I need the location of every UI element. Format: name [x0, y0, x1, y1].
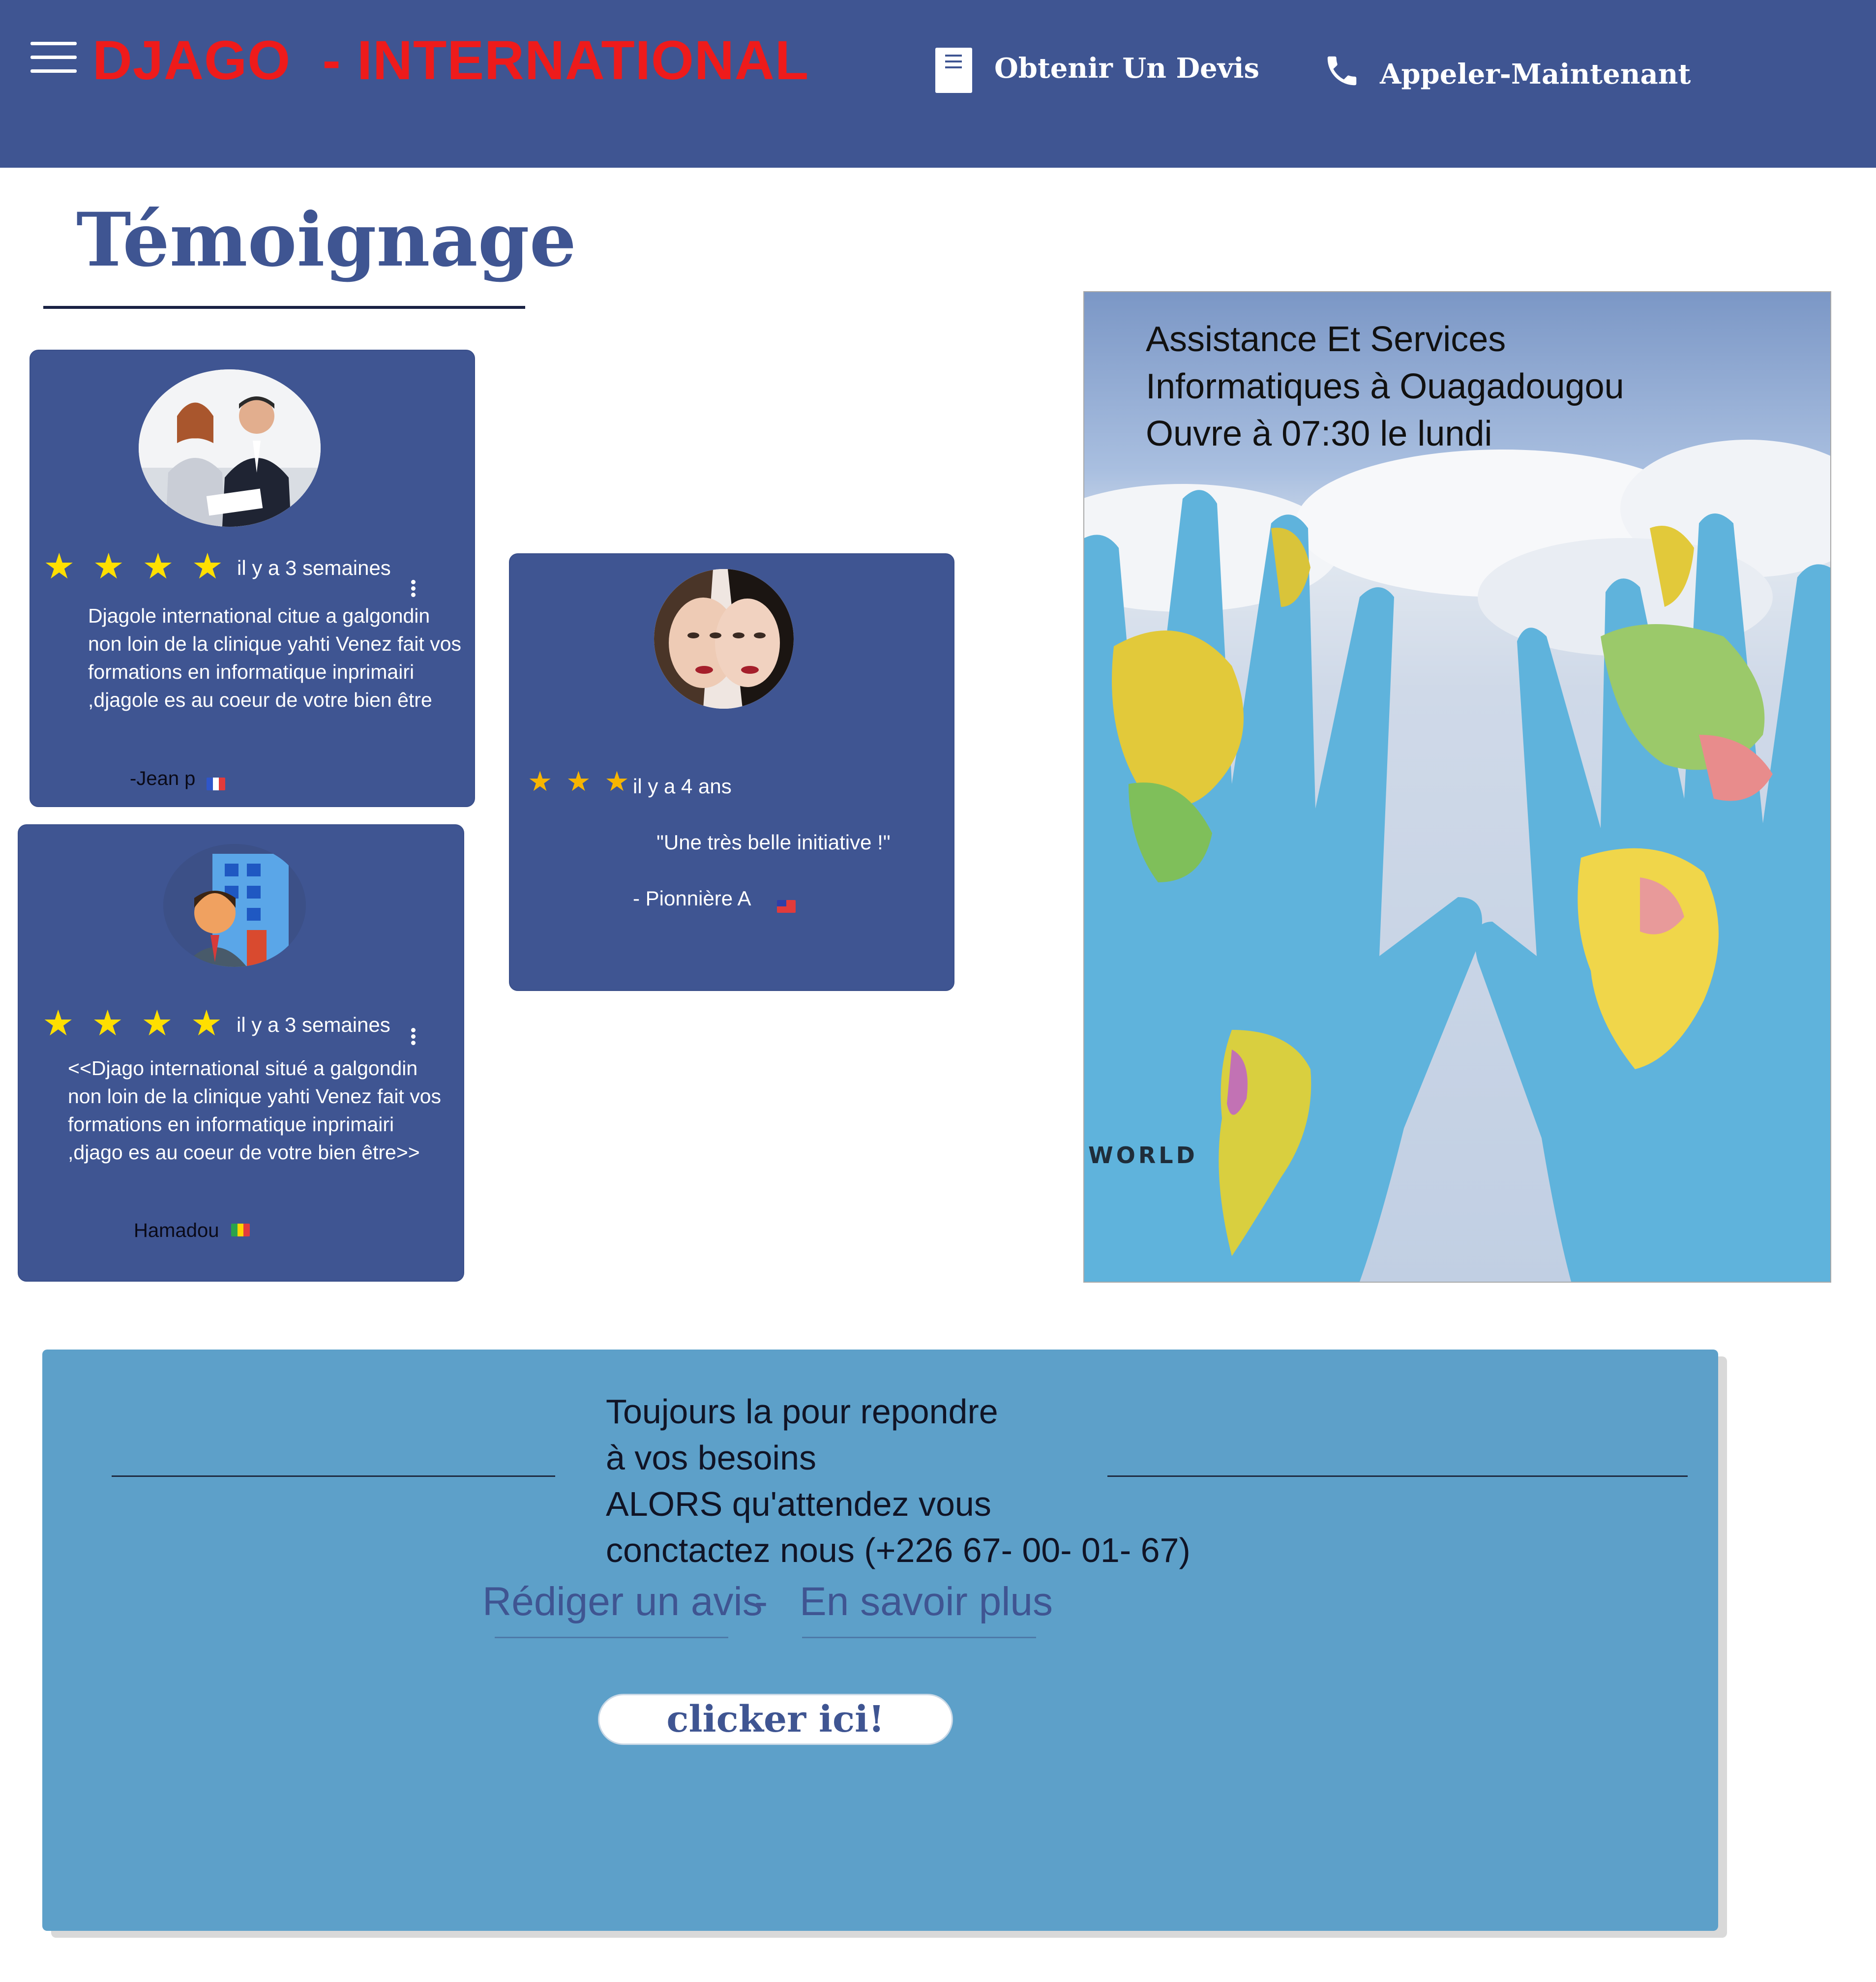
- cta-line-2: à vos besoins: [606, 1439, 817, 1477]
- phone-icon[interactable]: [1323, 52, 1361, 90]
- review-text: Djagole international citue a galgondin …: [88, 604, 462, 711]
- document-icon[interactable]: [935, 48, 972, 93]
- rating-stars: ★ ★ ★: [528, 766, 629, 798]
- star-icon: ★: [141, 1002, 173, 1044]
- rating-stars: ★ ★ ★ ★: [43, 545, 223, 587]
- burkina-faso-flag-icon: [231, 1224, 250, 1236]
- contact-cta-panel: Toujours la pour repondre à vos besoins …: [42, 1350, 1718, 1931]
- review-time: il y a 3 semaines: [237, 556, 391, 579]
- star-icon: ★: [91, 1002, 124, 1044]
- avatar: [654, 569, 794, 709]
- hamburger-menu-icon[interactable]: [30, 42, 77, 73]
- more-options-icon[interactable]: [411, 1028, 416, 1047]
- title-underline: [43, 306, 525, 309]
- nav-quote-link[interactable]: Obtenir Un Devis: [994, 52, 1259, 85]
- cta-divider-right: [1107, 1475, 1688, 1477]
- nav-call-link[interactable]: Appeler-Maintenant: [1380, 58, 1691, 90]
- star-icon: ★: [190, 1002, 223, 1044]
- star-icon: ★: [92, 545, 125, 587]
- avatar: [139, 369, 321, 527]
- hero-line-hours: Ouvre à 07:30 le lundi: [1146, 414, 1492, 453]
- review-text: "Une très belle initiative !": [656, 831, 891, 854]
- review-text: <<Djago international situé a galgondin …: [68, 1057, 442, 1164]
- link-separator: -: [754, 1579, 768, 1624]
- taiwan-flag-icon: [777, 900, 796, 913]
- review-time: il y a 4 ans: [633, 775, 732, 798]
- cta-line-1: Toujours la pour repondre: [606, 1392, 998, 1431]
- testimonial-card: ★ ★ ★ il y a 4 ans "Une très belle initi…: [509, 553, 954, 991]
- more-options-icon[interactable]: [411, 580, 416, 599]
- star-icon: ★: [604, 766, 629, 798]
- review-author: Hamadou: [134, 1220, 219, 1241]
- write-review-underline: [495, 1637, 728, 1638]
- star-icon: ★: [142, 545, 174, 587]
- hero-info-text: Assistance Et Services Informatiques à O…: [1146, 316, 1624, 457]
- testimonial-card: ★ ★ ★ ★ il y a 3 semaines <<Djago intern…: [18, 824, 464, 1282]
- rating-stars: ★ ★ ★ ★: [42, 1002, 222, 1044]
- star-icon: ★: [191, 545, 224, 587]
- learn-more-underline: [802, 1637, 1036, 1638]
- review-author: - Pionnière A: [633, 887, 751, 910]
- learn-more-link[interactable]: En savoir plus: [800, 1579, 1053, 1625]
- world-caption: WORLD: [1088, 1142, 1198, 1169]
- cta-divider-left: [112, 1475, 555, 1477]
- star-icon: ★: [43, 545, 75, 587]
- write-review-link[interactable]: Rédiger un avis: [482, 1579, 763, 1625]
- page-title: Témoignage: [76, 197, 577, 283]
- review-time: il y a 3 semaines: [237, 1013, 390, 1036]
- france-flag-icon: [207, 778, 225, 790]
- testimonial-card: ★ ★ ★ ★ il y a 3 semaines Djagole intern…: [30, 350, 475, 807]
- click-here-button[interactable]: clicker ici!: [598, 1694, 953, 1745]
- hero-line-service: Assistance Et Services: [1146, 320, 1506, 359]
- hero-line-location: Informatiques à Ouagadougou: [1146, 367, 1624, 406]
- star-icon: ★: [528, 766, 553, 798]
- site-header: DJAGO - INTERNATIONAL Obtenir Un Devis A…: [0, 0, 1876, 168]
- review-author: -Jean p: [130, 768, 196, 789]
- cta-phone: conctactez nous (+226 67- 00- 01- 67): [606, 1531, 1191, 1569]
- hero-world-hands-image: Assistance Et Services Informatiques à O…: [1083, 291, 1831, 1283]
- star-icon: ★: [42, 1002, 74, 1044]
- avatar: [163, 844, 306, 967]
- star-icon: ★: [566, 766, 591, 798]
- cta-line-3: ALORS qu'attendez vous: [606, 1485, 991, 1523]
- brand-logo[interactable]: DJAGO - INTERNATIONAL: [92, 29, 809, 92]
